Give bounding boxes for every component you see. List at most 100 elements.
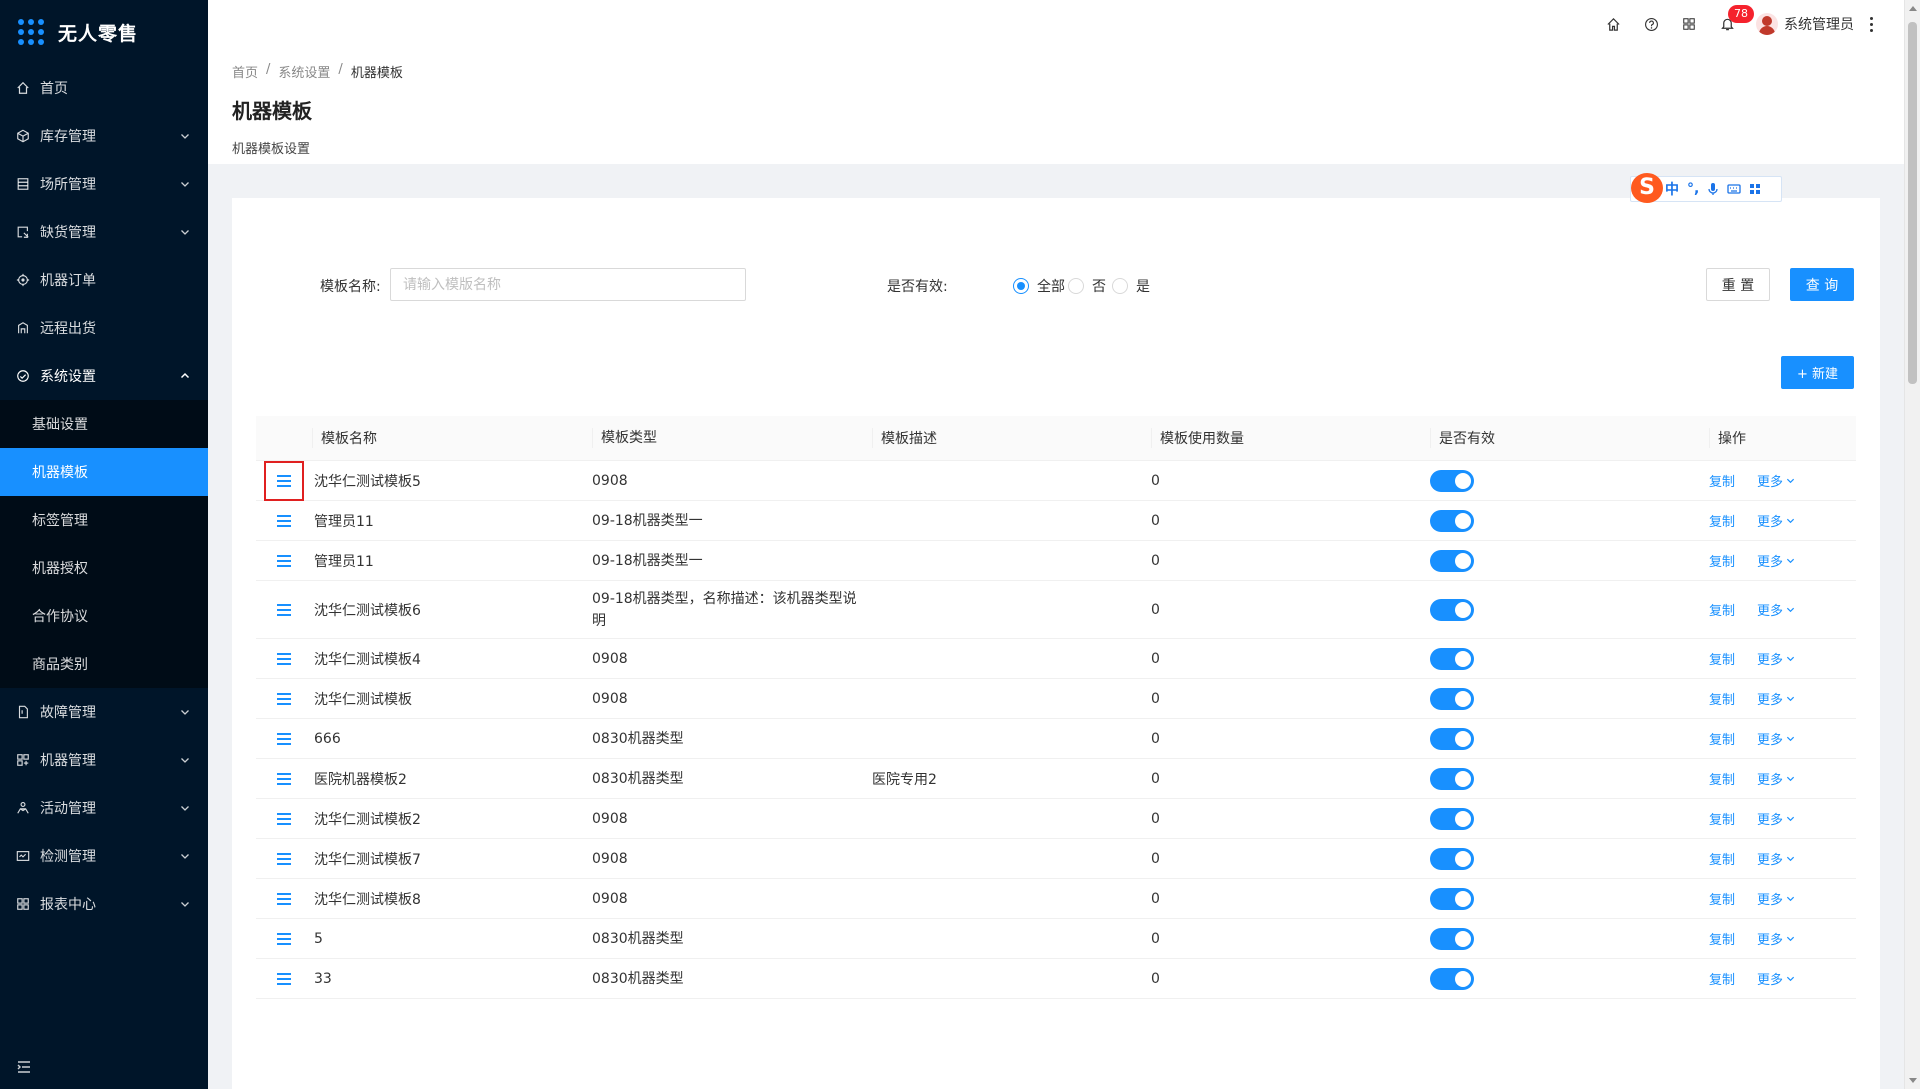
valid-toggle[interactable]	[1430, 687, 1474, 710]
apps-icon[interactable]	[1670, 0, 1708, 48]
sidebar-item-remote[interactable]: 远程出货	[0, 304, 208, 352]
more-dropdown[interactable]: 更多	[1757, 649, 1795, 668]
app-logo[interactable]: 无人零售	[0, 0, 208, 64]
valid-radio-option[interactable]: 否	[1068, 276, 1106, 296]
breadcrumb-settings[interactable]: 系统设置	[278, 62, 330, 81]
sidebar-item-detect[interactable]: 检测管理	[0, 832, 208, 880]
template-name-input[interactable]	[390, 268, 746, 301]
valid-toggle[interactable]	[1430, 727, 1474, 750]
copy-link[interactable]: 复制	[1709, 649, 1735, 668]
drag-handle-icon[interactable]	[277, 732, 291, 745]
valid-radio-option[interactable]: 全部	[1013, 276, 1065, 296]
drag-handle-icon[interactable]	[277, 852, 291, 865]
more-dropdown[interactable]: 更多	[1757, 729, 1795, 748]
scroll-down-arrow-icon[interactable]	[1909, 1078, 1917, 1083]
sidebar-item-machine[interactable]: 机器管理	[0, 736, 208, 784]
drag-handle-icon[interactable]	[277, 603, 291, 616]
sidebar-item-shortage[interactable]: 缺货管理	[0, 208, 208, 256]
sidebar-item-inventory[interactable]: 库存管理	[0, 112, 208, 160]
col-ops: 操作	[1709, 428, 1856, 448]
submenu-item[interactable]: 机器授权	[0, 544, 208, 592]
valid-toggle[interactable]	[1430, 887, 1474, 910]
valid-toggle[interactable]	[1430, 847, 1474, 870]
drag-handle-icon[interactable]	[277, 892, 291, 905]
drag-handle-icon[interactable]	[277, 812, 291, 825]
more-dropdown[interactable]: 更多	[1757, 889, 1795, 908]
copy-link[interactable]: 复制	[1709, 889, 1735, 908]
drag-handle-icon[interactable]	[277, 932, 291, 945]
submenu-item[interactable]: 商品类别	[0, 640, 208, 688]
chevron-down-icon	[1786, 478, 1795, 484]
radio-label: 全部	[1037, 279, 1065, 295]
drag-handle-icon[interactable]	[277, 772, 291, 785]
query-button[interactable]: 查 询	[1790, 268, 1854, 301]
toolbox-icon[interactable]	[1749, 183, 1761, 195]
more-dropdown[interactable]: 更多	[1757, 600, 1795, 619]
sidebar-item-orders[interactable]: 机器订单	[0, 256, 208, 304]
more-dropdown[interactable]: 更多	[1757, 849, 1795, 868]
more-dropdown[interactable]: 更多	[1757, 551, 1795, 570]
user-menu[interactable]: 系统管理员	[1756, 13, 1854, 35]
copy-link[interactable]: 复制	[1709, 809, 1735, 828]
sidebar-item-activity[interactable]: 活动管理	[0, 784, 208, 832]
ime-lang[interactable]: 中	[1665, 179, 1679, 199]
copy-link[interactable]: 复制	[1709, 849, 1735, 868]
drag-handle-icon[interactable]	[277, 474, 291, 487]
copy-link[interactable]: 复制	[1709, 600, 1735, 619]
copy-link[interactable]: 复制	[1709, 929, 1735, 948]
sidebar-item-report[interactable]: 报表中心	[0, 880, 208, 928]
submenu-item[interactable]: 基础设置	[0, 400, 208, 448]
submenu-item[interactable]: 标签管理	[0, 496, 208, 544]
sidebar-item-home[interactable]: 首页	[0, 64, 208, 112]
copy-link[interactable]: 复制	[1709, 689, 1735, 708]
help-icon[interactable]	[1632, 0, 1670, 48]
drag-handle-icon[interactable]	[277, 652, 291, 665]
scroll-up-arrow-icon[interactable]	[1909, 6, 1917, 11]
drag-handle-icon[interactable]	[277, 514, 291, 527]
copy-link[interactable]: 复制	[1709, 551, 1735, 570]
breadcrumb-home[interactable]: 首页	[232, 62, 258, 81]
valid-toggle[interactable]	[1430, 967, 1474, 990]
more-vertical-icon[interactable]	[1870, 16, 1874, 32]
more-dropdown[interactable]: 更多	[1757, 471, 1795, 490]
create-button[interactable]: + 新建	[1781, 356, 1854, 389]
collapse-sidebar-icon[interactable]	[16, 1059, 32, 1075]
page-scrollbar[interactable]	[1904, 0, 1920, 1089]
keyboard-icon[interactable]	[1727, 183, 1741, 195]
more-dropdown[interactable]: 更多	[1757, 769, 1795, 788]
copy-link[interactable]: 复制	[1709, 769, 1735, 788]
more-dropdown[interactable]: 更多	[1757, 809, 1795, 828]
drag-handle-icon[interactable]	[277, 692, 291, 705]
home-icon[interactable]	[1594, 0, 1632, 48]
drag-handle-icon[interactable]	[277, 972, 291, 985]
more-dropdown[interactable]: 更多	[1757, 511, 1795, 530]
sidebar-item-fault[interactable]: 故障管理	[0, 688, 208, 736]
valid-radio-option[interactable]: 是	[1112, 276, 1150, 296]
drag-handle-icon[interactable]	[277, 554, 291, 567]
submenu-item[interactable]: 机器模板	[0, 448, 208, 496]
copy-link[interactable]: 复制	[1709, 511, 1735, 530]
more-dropdown[interactable]: 更多	[1757, 689, 1795, 708]
valid-toggle[interactable]	[1430, 598, 1474, 621]
more-dropdown[interactable]: 更多	[1757, 969, 1795, 988]
copy-link[interactable]: 复制	[1709, 471, 1735, 490]
valid-toggle[interactable]	[1430, 927, 1474, 950]
notification-bell-icon[interactable]: 78	[1708, 0, 1754, 48]
valid-toggle[interactable]	[1430, 647, 1474, 670]
scroll-thumb[interactable]	[1908, 22, 1917, 384]
punctuation-icon[interactable]: °,	[1687, 181, 1699, 197]
sidebar-item-venue[interactable]: 场所管理	[0, 160, 208, 208]
ime-toolbar[interactable]: S 中 °,	[1630, 173, 1782, 203]
valid-toggle[interactable]	[1430, 807, 1474, 830]
valid-toggle[interactable]	[1430, 549, 1474, 572]
sidebar-item-settings[interactable]: 系统设置	[0, 352, 208, 400]
copy-link[interactable]: 复制	[1709, 969, 1735, 988]
valid-toggle[interactable]	[1430, 469, 1474, 492]
microphone-icon[interactable]	[1707, 182, 1719, 196]
more-dropdown[interactable]: 更多	[1757, 929, 1795, 948]
submenu-item[interactable]: 合作协议	[0, 592, 208, 640]
valid-toggle[interactable]	[1430, 509, 1474, 532]
copy-link[interactable]: 复制	[1709, 729, 1735, 748]
reset-button[interactable]: 重 置	[1706, 268, 1770, 301]
valid-toggle[interactable]	[1430, 767, 1474, 790]
